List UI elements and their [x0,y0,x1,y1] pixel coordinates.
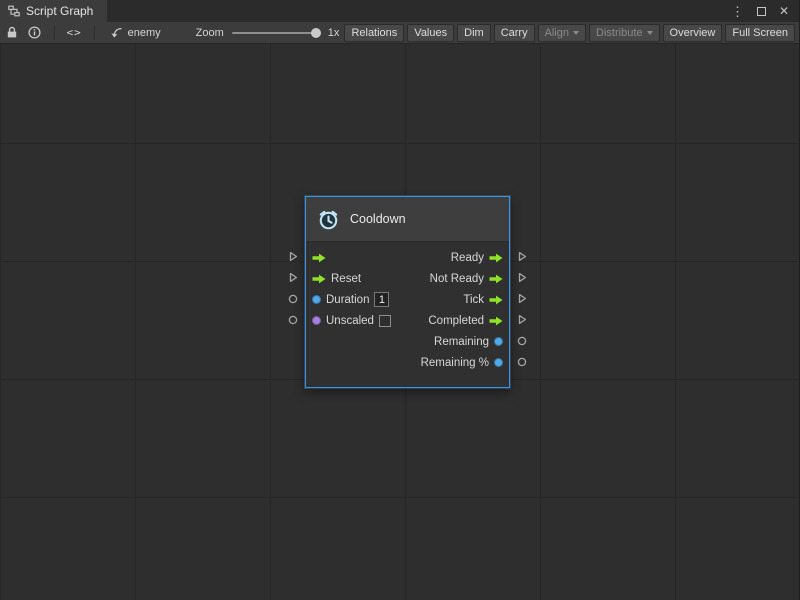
full-screen-button[interactable]: Full Screen [725,24,795,42]
zoom-value: 1x [328,27,340,39]
port-label-tick: Tick [463,294,484,306]
zoom-slider-track [232,32,320,34]
port-label-ready: Ready [451,252,484,264]
zoom-label: Zoom [196,27,224,39]
reset-port[interactable] [312,274,326,284]
window-menu-icon[interactable]: ⋮ [731,5,744,18]
toolbar-separator [54,26,55,40]
remaining-port[interactable] [494,337,503,346]
carry-button[interactable]: Carry [494,24,535,42]
outer-empty-slot [287,351,299,372]
graph-toolbar: <> enemy Zoom 1x Relations Values Dim Ca… [0,22,799,44]
outer-duration-port[interactable] [287,288,299,309]
outer-not-ready-port[interactable] [516,267,528,288]
ready-port[interactable] [489,253,503,263]
outer-remaining-port[interactable] [516,330,528,351]
overview-button[interactable]: Overview [663,24,723,42]
toolbar-buttons: Relations Values Dim Carry Align Distrib… [344,24,796,42]
outer-ready-port[interactable] [516,246,528,267]
unscaled-port[interactable] [312,316,321,325]
window-titlebar: Script Graph ⋮ ✕ [0,0,799,22]
window-controls: ⋮ ✕ [731,0,799,22]
cooldown-node[interactable]: Cooldown Ready [305,196,510,388]
node-title: Cooldown [350,212,406,226]
outer-output-ports [516,246,528,372]
outer-flow-in-port[interactable] [287,246,299,267]
script-graph-icon [8,5,20,17]
outer-unscaled-port[interactable] [287,309,299,330]
port-row: Duration Tick [312,289,503,310]
target-pointer-icon [110,27,123,39]
close-icon[interactable]: ✕ [779,5,789,17]
outer-completed-port[interactable] [516,309,528,330]
port-label-unscaled: Unscaled [326,315,374,327]
graph-canvas[interactable]: Cooldown Ready [0,44,799,600]
port-label-remaining: Remaining [434,336,489,348]
port-row: Remaining % [312,352,503,373]
code-icon[interactable]: <> [66,24,83,42]
port-label-remaining-percent: Remaining % [421,357,489,369]
not-ready-port[interactable] [489,274,503,284]
outer-input-ports [287,246,299,372]
tab-script-graph[interactable]: Script Graph [0,0,107,22]
align-button: Align [538,24,586,42]
port-row: Ready [312,247,503,268]
port-label-reset: Reset [331,273,361,285]
values-button[interactable]: Values [407,24,454,42]
node-header[interactable]: Cooldown [306,197,509,242]
port-row: Remaining [312,331,503,352]
alarm-clock-icon [316,207,341,232]
script-graph-window: Script Graph ⋮ ✕ <> [0,0,800,600]
node-body: Ready Reset Not Ready [306,242,509,387]
port-row: Reset Not Ready [312,268,503,289]
chevron-down-icon [573,31,579,35]
flow-in-port[interactable] [312,253,326,263]
dim-button[interactable]: Dim [457,24,491,42]
outer-reset-port[interactable] [287,267,299,288]
unscaled-checkbox[interactable] [379,315,391,327]
outer-empty-slot [287,330,299,351]
tab-label: Script Graph [26,4,93,18]
relations-button[interactable]: Relations [344,24,404,42]
zoom-group: Zoom 1x [196,27,340,39]
lock-icon[interactable] [3,24,20,42]
toolbar-separator [94,26,95,40]
duration-port[interactable] [312,295,321,304]
port-label-completed: Completed [428,315,484,327]
graph-target[interactable]: enemy [110,27,161,39]
maximize-icon[interactable] [757,7,766,16]
target-label: enemy [128,27,161,39]
zoom-slider[interactable] [232,27,320,39]
info-icon[interactable] [25,24,42,42]
port-label-duration: Duration [326,294,369,306]
remaining-percent-port[interactable] [494,358,503,367]
port-row: Unscaled Completed [312,310,503,331]
tick-port[interactable] [489,295,503,305]
chevron-down-icon [647,31,653,35]
outer-tick-port[interactable] [516,288,528,309]
duration-input[interactable] [374,292,389,307]
port-label-not-ready: Not Ready [430,273,484,285]
distribute-button: Distribute [589,24,659,42]
zoom-slider-handle[interactable] [311,28,321,38]
completed-port[interactable] [489,316,503,326]
outer-remaining-percent-port[interactable] [516,351,528,372]
